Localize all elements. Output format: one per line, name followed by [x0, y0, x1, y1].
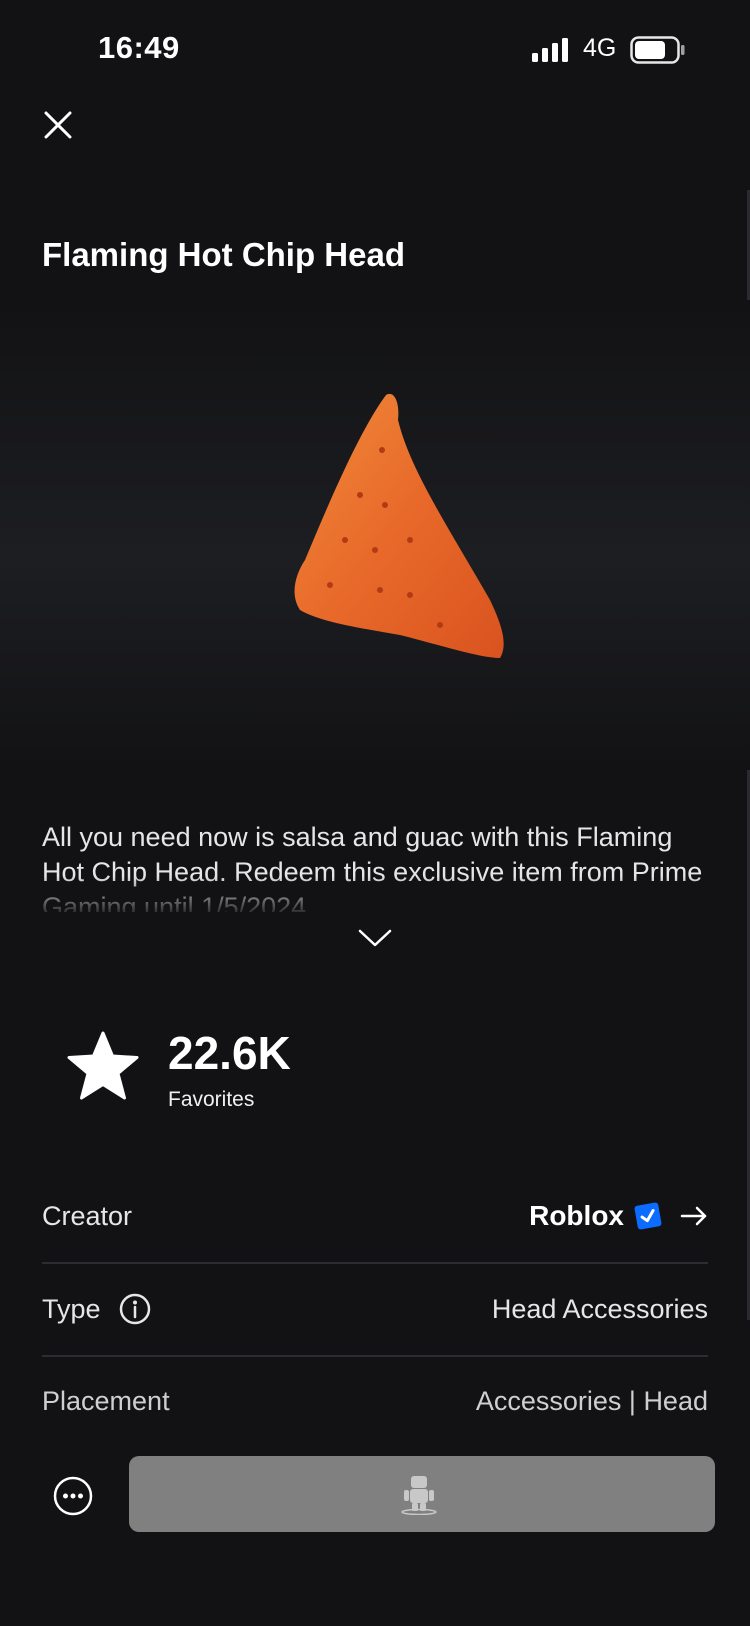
description-container: All you need now is salsa and guac with … — [42, 820, 712, 912]
type-label: Type — [42, 1294, 101, 1324]
status-time: 16:49 — [98, 30, 180, 65]
signal-icon — [532, 38, 568, 62]
placement-value: Accessories | Head — [475, 1386, 708, 1416]
arrow-right-icon — [680, 1206, 707, 1226]
try-on-button[interactable] — [129, 1456, 715, 1532]
close-icon — [44, 111, 72, 139]
chevron-down-icon — [358, 929, 392, 947]
item-preview[interactable] — [0, 300, 750, 770]
avatar-icon — [401, 1476, 437, 1515]
creator-row[interactable]: Creator Roblox — [42, 1170, 708, 1264]
item-title: Flaming Hot Chip Head — [42, 236, 405, 273]
chip-image — [294, 393, 504, 658]
status-bar: 16:49 4G — [0, 0, 750, 100]
placement-row: Placement Accessories | Head — [42, 1355, 708, 1447]
more-icon — [53, 1476, 93, 1516]
info-icon[interactable] — [119, 1293, 151, 1325]
placement-label: Placement — [42, 1386, 170, 1416]
more-options-button[interactable] — [52, 1475, 94, 1517]
star-icon[interactable] — [66, 1030, 140, 1102]
favorites-label: Favorites — [168, 1088, 255, 1111]
bottom-action-bar — [0, 1440, 750, 1626]
battery-icon — [630, 36, 685, 64]
description-fade — [42, 876, 712, 912]
creator-label: Creator — [42, 1201, 133, 1231]
type-row: Type Head Accessories — [42, 1263, 708, 1357]
expand-description-button[interactable] — [355, 925, 395, 951]
close-button[interactable] — [38, 105, 78, 145]
creator-link[interactable]: Roblox — [529, 1170, 708, 1262]
network-type: 4G — [583, 34, 617, 62]
favorites-count: 22.6K — [168, 1027, 291, 1079]
creator-name: Roblox — [529, 1200, 624, 1231]
verified-badge-icon — [634, 1202, 662, 1230]
type-value: Head Accessories — [491, 1294, 708, 1324]
